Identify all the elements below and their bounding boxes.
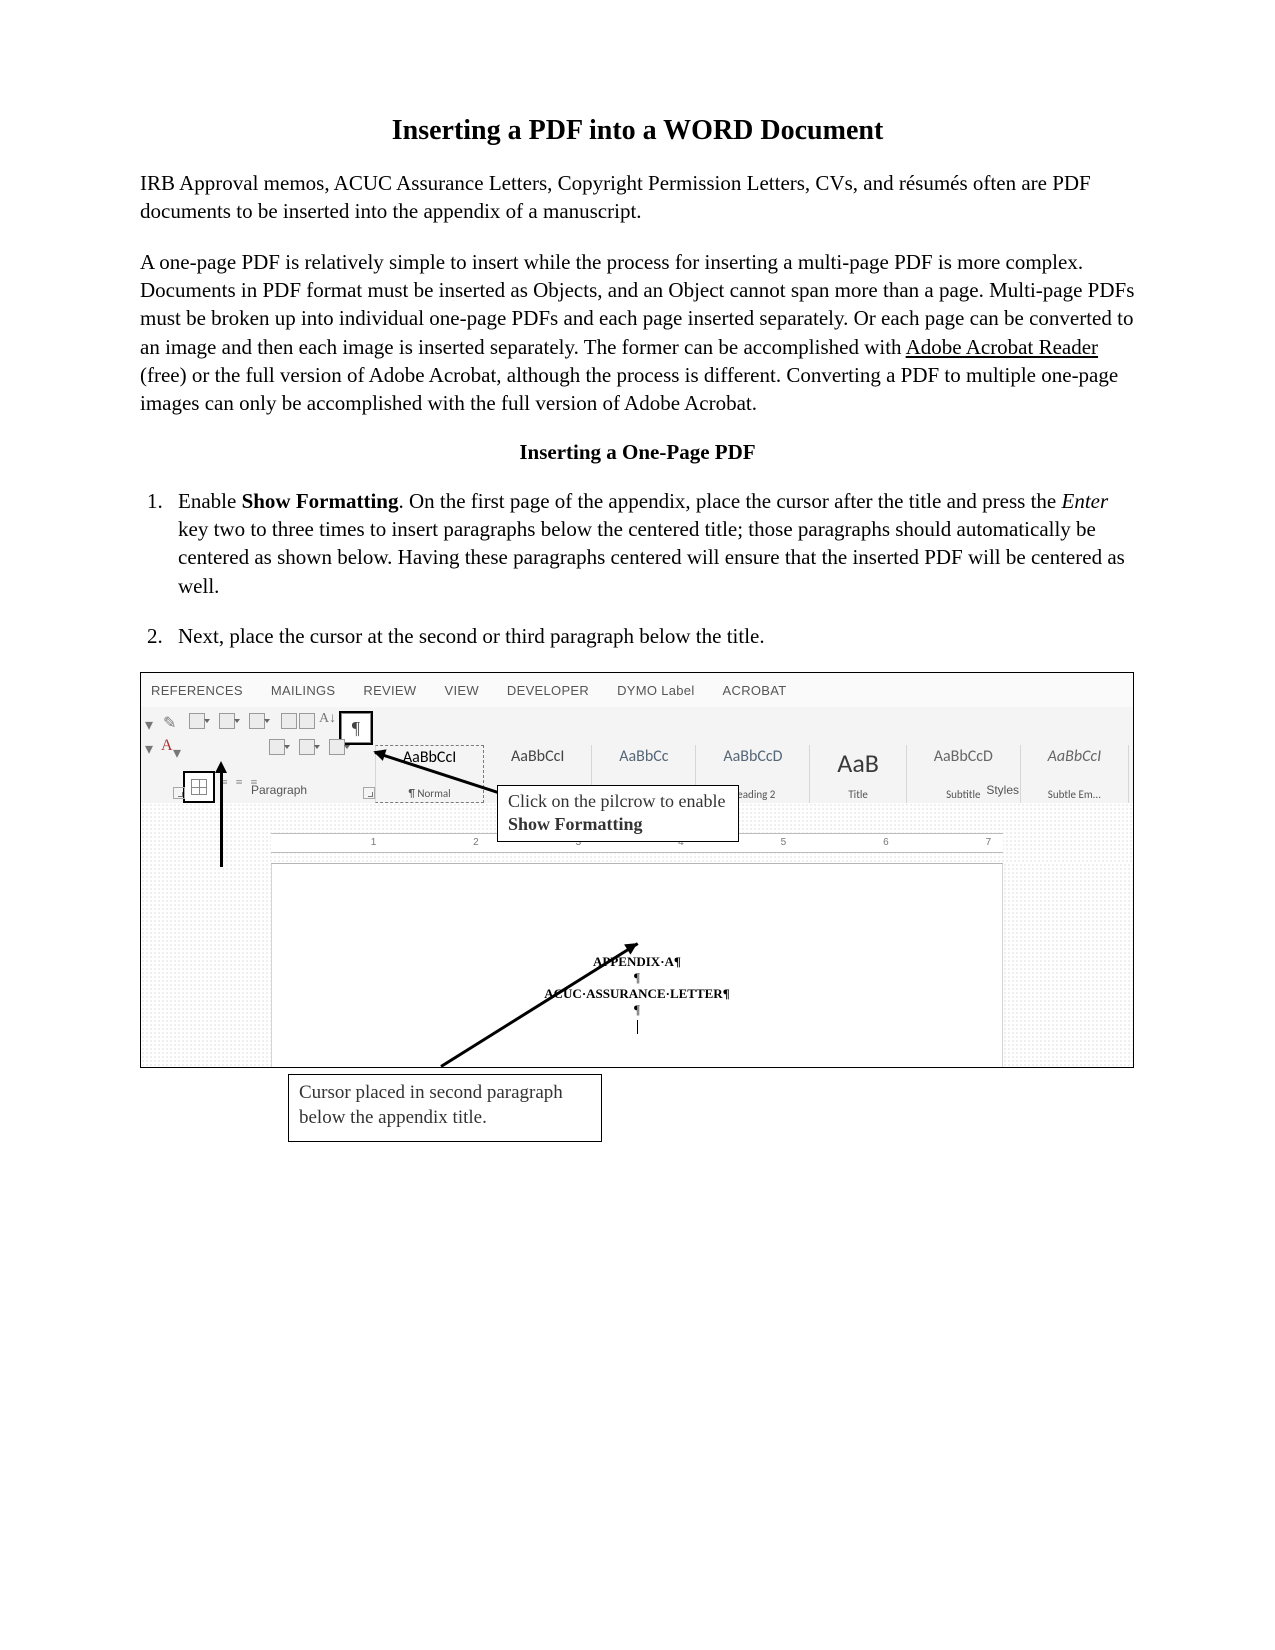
- step-1: Enable Show Formatting. On the first pag…: [168, 487, 1135, 600]
- text-segment: key two to three times to insert paragra…: [178, 517, 1125, 598]
- multilevel-list-icon[interactable]: [249, 713, 265, 729]
- document-page[interactable]: APPENDIX·A¶ ¶ ACUC·ASSURANCE·LETTER¶ ¶: [271, 863, 1003, 1067]
- text-segment: . On the first page of the appendix, pla…: [398, 489, 1061, 513]
- style-sample: AaBbCc: [619, 747, 668, 766]
- adobe-reader-link[interactable]: Adobe Acrobat Reader: [906, 335, 1098, 359]
- dialog-launcher-icon[interactable]: [363, 787, 375, 799]
- text-bold: Show Formatting: [508, 814, 643, 834]
- borders-dropdown-icon[interactable]: [329, 739, 345, 755]
- word-window: REFERENCES MAILINGS REVIEW VIEW DEVELOPE…: [140, 672, 1134, 1068]
- tab-references[interactable]: REFERENCES: [151, 683, 243, 698]
- callout-cursor-caption: Cursor placed in second paragraph below …: [288, 1074, 602, 1141]
- bullets-icon[interactable]: [189, 713, 205, 729]
- styles-gallery: AaBbCcI ¶ Normal AaBbCcI ¶ No Spac... Aa…: [375, 745, 1129, 803]
- style-name: Title: [848, 788, 868, 801]
- page-title: Inserting a PDF into a WORD Document: [140, 115, 1135, 147]
- decrease-indent-icon[interactable]: [281, 713, 297, 729]
- arrow-head-icon: [215, 761, 227, 773]
- appendix-title-line: APPENDIX·A¶: [271, 954, 1003, 970]
- shading-icon[interactable]: [299, 739, 315, 755]
- step-2: Next, place the cursor at the second or …: [168, 622, 1135, 650]
- increase-indent-icon[interactable]: [299, 713, 315, 729]
- style-name: Subtle Em...: [1048, 788, 1101, 801]
- format-painter-icon[interactable]: ✎: [163, 713, 175, 725]
- numbering-icon[interactable]: [219, 713, 235, 729]
- appendix-subtitle-line: ACUC·ASSURANCE·LETTER¶: [271, 986, 1003, 1002]
- line-spacing-icon[interactable]: [269, 739, 285, 755]
- cursor-line: [271, 1018, 1003, 1034]
- paragraph-group-label: Paragraph: [251, 783, 307, 801]
- callout-pilcrow: Click on the pilcrow to enable Show Form…: [497, 785, 739, 842]
- dialog-launcher-icon[interactable]: [173, 787, 185, 799]
- ruler-number: 5: [781, 837, 787, 848]
- pilcrow-char: ¶: [634, 1002, 640, 1017]
- document-area: 1 2 3 4 5 6 7 APPENDIX·A¶ ¶ ACUC·A: [141, 803, 1133, 1067]
- style-sample: AaBbCcI: [1048, 747, 1101, 766]
- ruler-number: 6: [883, 837, 889, 848]
- font-color-icon[interactable]: A: [161, 737, 173, 749]
- style-sample: AaBbCcD: [723, 747, 782, 766]
- text-segment: Enable: [178, 489, 242, 513]
- tab-dymo-label[interactable]: DYMO Label: [617, 683, 694, 698]
- tab-view[interactable]: VIEW: [444, 683, 478, 698]
- dropdown-icon[interactable]: ▾: [145, 715, 157, 727]
- tab-review[interactable]: REVIEW: [363, 683, 416, 698]
- pilcrow-mark: ¶: [271, 970, 1003, 986]
- ruler-number: 7: [986, 837, 992, 848]
- style-normal[interactable]: AaBbCcI ¶ Normal: [375, 745, 484, 803]
- background-pattern: [141, 863, 271, 1067]
- text-segment: (free) or the full version of Adobe Acro…: [140, 363, 1118, 415]
- text-bold: Show Formatting: [242, 489, 399, 513]
- style-sample: AaBbCcD: [934, 747, 993, 766]
- tab-developer[interactable]: DEVELOPER: [507, 683, 589, 698]
- dropdown-icon[interactable]: ▾: [173, 743, 185, 755]
- sort-icon[interactable]: A↓: [319, 711, 331, 723]
- style-sample: AaBbCcI: [511, 747, 564, 766]
- align-center-icon[interactable]: ≡: [236, 775, 243, 790]
- style-name: ¶ Normal: [408, 787, 450, 800]
- style-name: Subtitle: [946, 788, 980, 801]
- style-subtle-emphasis[interactable]: AaBbCcI Subtle Em...: [1021, 745, 1129, 803]
- text-italic: Enter: [1062, 489, 1109, 513]
- style-sample: AaB: [837, 747, 879, 779]
- section-heading: Inserting a One-Page PDF: [140, 440, 1135, 465]
- tab-acrobat[interactable]: ACROBAT: [723, 683, 787, 698]
- tab-mailings[interactable]: MAILINGS: [271, 683, 336, 698]
- word-screenshot-figure: REFERENCES MAILINGS REVIEW VIEW DEVELOPE…: [140, 672, 1135, 1141]
- document-content: APPENDIX·A¶ ¶ ACUC·ASSURANCE·LETTER¶ ¶: [271, 954, 1003, 1034]
- style-title[interactable]: AaB Title: [810, 745, 906, 803]
- dropdown-icon[interactable]: ▾: [145, 739, 157, 751]
- ribbon-tabs: REFERENCES MAILINGS REVIEW VIEW DEVELOPE…: [141, 673, 1133, 708]
- arrow-to-borders: [220, 771, 223, 867]
- ruler-number: 2: [473, 837, 479, 848]
- ruler-number: 1: [371, 837, 377, 848]
- intro-paragraph-1: IRB Approval memos, ACUC Assurance Lette…: [140, 169, 1135, 226]
- background-pattern: [1003, 863, 1133, 1067]
- text-segment: Click on the pilcrow to enable: [508, 791, 725, 811]
- intro-paragraph-2: A one-page PDF is relatively simple to i…: [140, 248, 1135, 418]
- pilcrow-mark: ¶: [271, 1002, 1003, 1018]
- style-subtitle[interactable]: AaBbCcD Subtitle: [907, 745, 1021, 803]
- text-cursor-icon: [637, 1020, 638, 1034]
- borders-button[interactable]: [183, 771, 215, 803]
